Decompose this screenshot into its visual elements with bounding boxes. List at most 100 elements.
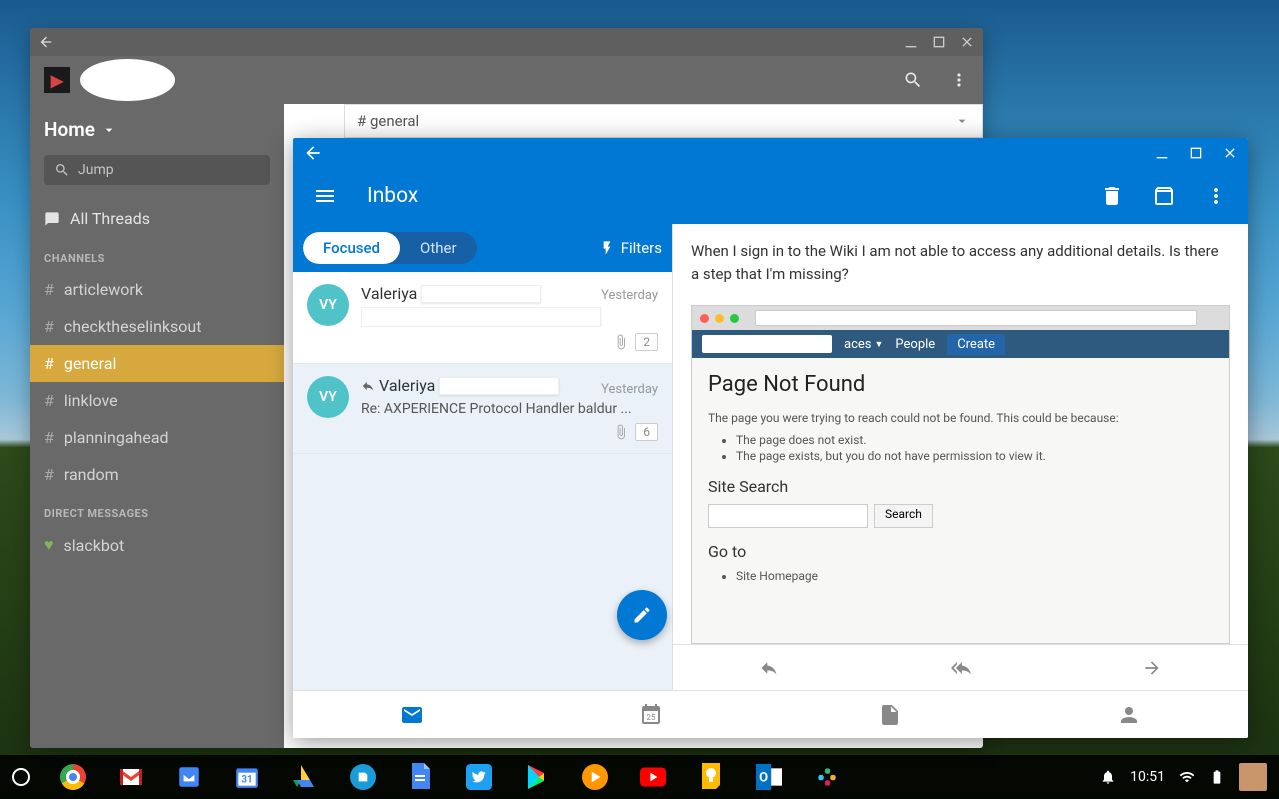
jump-input[interactable]: Jump — [44, 155, 270, 185]
email-badge: 6 — [635, 423, 658, 441]
inbox-title: Inbox — [367, 184, 418, 208]
inbox-tabs: Focused Other Filters — [293, 224, 672, 272]
gmail-icon[interactable] — [118, 764, 144, 790]
filters-button[interactable]: Filters — [599, 239, 662, 257]
calendar-icon[interactable]: 31 — [234, 764, 260, 790]
channel-articlework[interactable]: #articlework — [30, 271, 284, 308]
avatar: VY — [307, 376, 349, 418]
channel-checktheselinksout[interactable]: #checktheselinksout — [30, 308, 284, 345]
channels-header: CHANNELS — [30, 238, 284, 271]
search-icon[interactable] — [903, 70, 923, 90]
youtube-icon[interactable] — [640, 764, 666, 790]
channel-linklove[interactable]: #linklove — [30, 382, 284, 419]
channel-general[interactable]: #general — [30, 345, 284, 382]
outlook-icon[interactable]: O — [756, 764, 782, 790]
reply-all-button[interactable] — [865, 645, 1057, 690]
outlook-bottomnav: 25 — [293, 690, 1248, 738]
page-not-found-title: Page Not Found — [708, 372, 1213, 397]
slack-header: ▶ — [30, 56, 983, 104]
chrome-icon[interactable] — [60, 764, 86, 790]
play-store-icon[interactable] — [524, 764, 550, 790]
minimize-icon[interactable] — [903, 34, 919, 50]
reply-icon — [361, 379, 375, 393]
embedded-nav: aces ▼ People Create — [692, 330, 1229, 358]
user-avatar[interactable] — [1239, 763, 1267, 791]
nav-calendar[interactable]: 25 — [532, 691, 771, 738]
chevron-down-icon — [101, 122, 117, 138]
jump-label: Jump — [78, 162, 114, 178]
email-badge: 2 — [635, 333, 658, 351]
back-icon[interactable] — [38, 34, 54, 50]
minimize-icon[interactable] — [1154, 145, 1170, 161]
notifications-icon[interactable] — [1100, 769, 1116, 785]
launcher-button[interactable] — [12, 768, 30, 786]
close-light — [700, 314, 709, 323]
music-icon[interactable] — [582, 764, 608, 790]
channel-planningahead[interactable]: #planningahead — [30, 419, 284, 456]
forward-button[interactable] — [1056, 645, 1248, 690]
nav-people[interactable] — [1009, 691, 1248, 738]
error-reason-1: The page does not exist. — [736, 433, 1213, 447]
all-threads[interactable]: All Threads — [30, 199, 284, 238]
embedded-screenshot: aces ▼ People Create Page Not Found The … — [691, 305, 1230, 644]
nav-files[interactable] — [771, 691, 1010, 738]
svg-text:25: 25 — [647, 713, 656, 722]
nav-search — [702, 335, 832, 353]
dm-slackbot[interactable]: ♥slackbot — [30, 526, 284, 564]
search-icon — [54, 162, 70, 178]
attachment-icon — [613, 424, 629, 440]
maximize-light — [730, 314, 739, 323]
workspace-logo[interactable]: ▶ — [44, 67, 70, 93]
tab-other[interactable]: Other — [400, 232, 477, 264]
close-icon[interactable] — [1222, 145, 1238, 161]
email-item-1[interactable]: VY Valeriya Yesterday 2 — [293, 272, 672, 364]
archive-icon[interactable] — [1152, 184, 1176, 208]
email-item-2[interactable]: VY Valeriya Yesterday Re: AXPERIENCE Pro… — [293, 364, 672, 454]
docs-icon[interactable] — [408, 764, 434, 790]
home-selector[interactable]: Home — [30, 118, 284, 155]
nav-create: Create — [947, 334, 1005, 355]
outlook-window: Inbox Focused Other Filters VY — [293, 138, 1248, 738]
site-search-input — [708, 504, 868, 528]
hamburger-icon[interactable] — [313, 184, 337, 208]
nav-people: People — [895, 337, 935, 352]
delete-icon[interactable] — [1100, 184, 1124, 208]
channel-random[interactable]: #random — [30, 456, 284, 493]
tab-focused[interactable]: Focused — [303, 232, 400, 264]
close-icon[interactable] — [959, 34, 975, 50]
email-date: Yesterday — [601, 288, 658, 303]
error-desc: The page you were trying to reach could … — [708, 411, 1213, 425]
twitter-icon[interactable] — [466, 764, 492, 790]
compose-button[interactable] — [617, 590, 667, 640]
battery-icon[interactable] — [1209, 769, 1225, 785]
nav-mail[interactable] — [293, 691, 532, 738]
keep-icon[interactable] — [698, 764, 724, 790]
files-icon[interactable] — [350, 764, 376, 790]
reply-button[interactable] — [673, 645, 865, 690]
embedded-titlebar — [692, 306, 1229, 330]
maximize-icon[interactable] — [1188, 145, 1204, 161]
email-sender: Valeriya — [361, 376, 559, 395]
dm-header: DIRECT MESSAGES — [30, 493, 284, 526]
pencil-icon — [632, 605, 652, 625]
error-reason-2: The page exists, but you do not have per… — [736, 449, 1213, 463]
clock[interactable]: 10:51 — [1130, 769, 1165, 785]
drive-icon[interactable] — [292, 764, 318, 790]
email-subject: Re: AXPERIENCE Protocol Handler baldur .… — [361, 401, 658, 417]
more-icon[interactable] — [1204, 184, 1228, 208]
avatar: VY — [307, 284, 349, 326]
home-label: Home — [44, 118, 95, 141]
back-icon[interactable] — [303, 143, 323, 163]
preview-body: When I sign in to the Wiki I am not able… — [691, 240, 1230, 285]
maximize-icon[interactable] — [931, 34, 947, 50]
slack-icon[interactable] — [814, 764, 840, 790]
inbox-icon[interactable] — [176, 764, 202, 790]
outlook-header: Inbox — [293, 168, 1248, 224]
taskbar: 31 O 10:51 — [0, 755, 1279, 799]
email-date: Yesterday — [601, 382, 658, 397]
more-icon[interactable] — [949, 70, 969, 90]
address-bar — [755, 310, 1197, 326]
minimize-light — [715, 314, 724, 323]
wifi-icon[interactable] — [1179, 769, 1195, 785]
slack-channel-header[interactable]: # general — [344, 104, 983, 138]
